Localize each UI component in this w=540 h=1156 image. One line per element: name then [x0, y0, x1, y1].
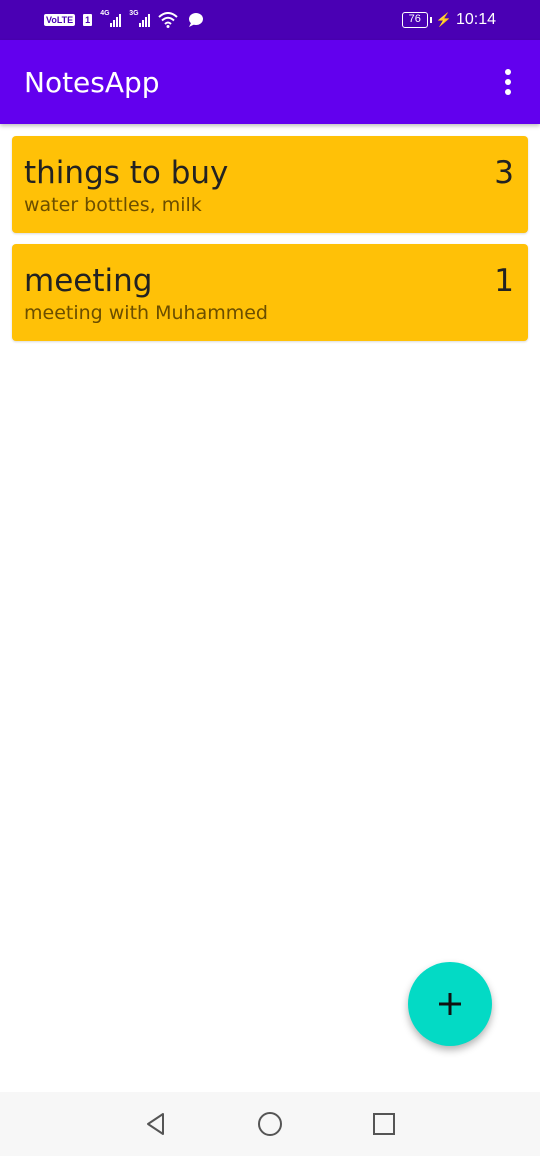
note-count: 1: [494, 263, 514, 299]
sim-badge: 1: [83, 14, 93, 26]
network-type-label-2: 3G: [129, 10, 139, 17]
back-button[interactable]: [139, 1107, 173, 1141]
recents-icon: [373, 1113, 395, 1135]
home-icon: [258, 1112, 282, 1136]
notes-list: things to buy water bottles, milk 3 meet…: [12, 136, 528, 352]
wifi-icon: [158, 12, 178, 28]
add-note-button[interactable]: [408, 962, 492, 1046]
network-type-label: 4G: [100, 10, 110, 17]
signal-icon-2: 3G: [129, 10, 151, 27]
note-subtitle: water bottles, milk: [24, 194, 202, 216]
charging-icon: ⚡: [435, 12, 452, 27]
note-title: meeting: [24, 263, 153, 299]
volte-badge: VoLTE: [44, 14, 76, 26]
status-right: 76 ⚡ 10:14: [401, 11, 496, 29]
back-icon: [147, 1113, 164, 1135]
note-title: things to buy: [24, 155, 229, 191]
signal-icon: 4G: [100, 10, 122, 27]
note-card[interactable]: things to buy water bottles, milk 3: [12, 136, 528, 233]
status-left: VoLTE 1 4G 3G: [44, 10, 206, 28]
plus-icon: [439, 993, 461, 1015]
note-count: 3: [494, 155, 514, 191]
recents-button[interactable]: [367, 1107, 401, 1141]
clock: 10:14: [455, 11, 496, 28]
status-bar: VoLTE 1 4G 3G 76 ⚡ 10:14: [0, 0, 540, 40]
battery-icon: 76: [401, 12, 432, 28]
note-subtitle: meeting with Muhammed: [24, 302, 268, 324]
chat-icon: [189, 13, 204, 27]
app-bar: NotesApp: [0, 40, 540, 124]
note-card[interactable]: meeting meeting with Muhammed 1: [12, 244, 528, 341]
app-title: NotesApp: [24, 65, 160, 99]
more-vert-icon[interactable]: [496, 64, 520, 100]
navigation-bar: [0, 1092, 540, 1156]
home-button[interactable]: [253, 1107, 287, 1141]
